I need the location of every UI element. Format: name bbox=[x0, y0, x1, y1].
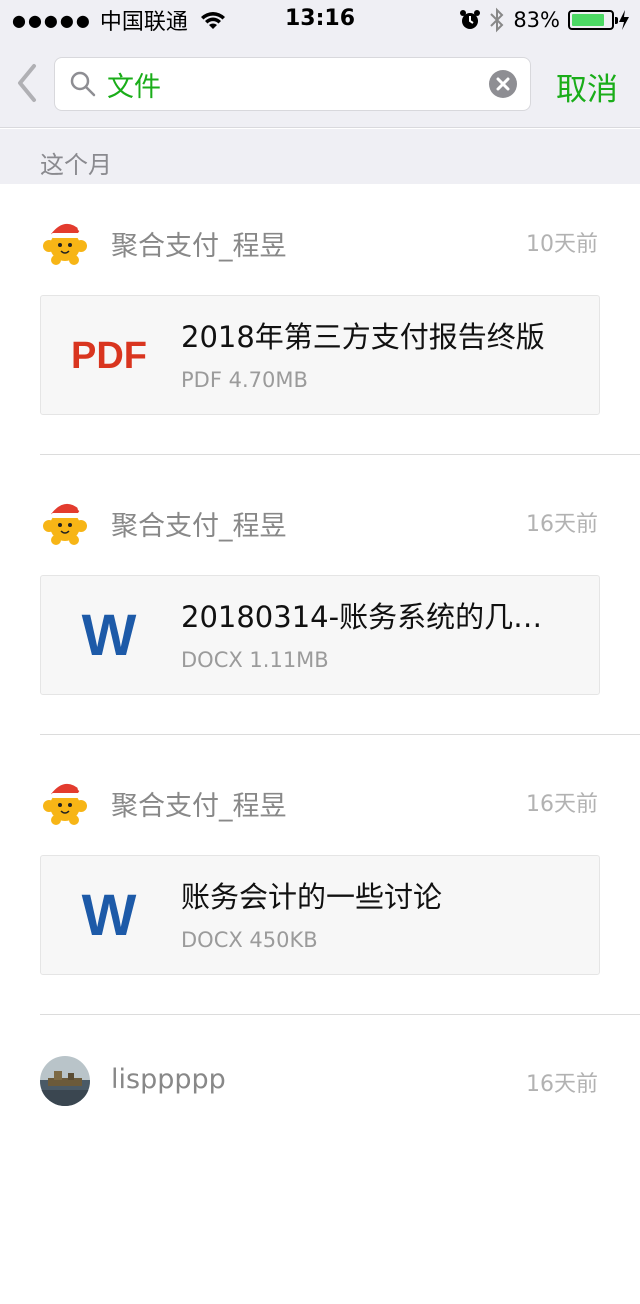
divider bbox=[40, 1014, 640, 1015]
list-item[interactable]: 聚合支付_程昱 16天前 W 20180314-账务系统的几… DOCX 1.1… bbox=[0, 464, 640, 744]
search-box[interactable] bbox=[54, 57, 531, 111]
sender-name: 聚合支付_程昱 bbox=[111, 511, 287, 542]
alarm-clock-icon bbox=[460, 10, 481, 29]
file-meta: DOCX 450KB bbox=[181, 928, 318, 952]
message-time: 16天前 bbox=[526, 512, 598, 537]
divider bbox=[40, 454, 640, 455]
battery-percentage: 83% bbox=[513, 8, 560, 32]
divider bbox=[40, 734, 640, 735]
bluetooth-icon bbox=[490, 7, 504, 33]
message-time: 16天前 bbox=[526, 1072, 598, 1097]
avatar[interactable] bbox=[40, 1056, 90, 1106]
charging-bolt-icon bbox=[619, 10, 629, 30]
search-input[interactable] bbox=[107, 58, 477, 110]
list-item[interactable]: 聚合支付_程昱 16天前 W 账务会计的一些讨论 DOCX 450KB bbox=[0, 744, 640, 1024]
list-item[interactable]: 聚合支付_程昱 10天前 PDF 2018年第三方支付报告终版 PDF 4.70… bbox=[0, 184, 640, 464]
search-icon bbox=[70, 71, 96, 97]
clear-x-icon bbox=[496, 77, 510, 91]
avatar[interactable] bbox=[40, 216, 90, 266]
file-meta: DOCX 1.11MB bbox=[181, 648, 329, 672]
file-name: 账务会计的一些讨论 bbox=[181, 880, 443, 914]
file-name: 20180314-账务系统的几… bbox=[181, 600, 543, 634]
section-header: 这个月 bbox=[0, 129, 640, 184]
clear-search-button[interactable] bbox=[489, 70, 517, 98]
sender-name: 聚合支付_程昱 bbox=[111, 791, 287, 822]
file-name: 2018年第三方支付报告终版 bbox=[181, 320, 545, 354]
status-right: 83% bbox=[451, 6, 630, 34]
word-file-icon: W bbox=[81, 883, 137, 948]
file-meta: PDF 4.70MB bbox=[181, 368, 308, 392]
word-file-icon: W bbox=[81, 603, 137, 668]
list-item[interactable]: lisppppp 16天前 bbox=[0, 1024, 640, 1304]
message-time: 16天前 bbox=[526, 792, 598, 817]
pdf-file-icon: PDF bbox=[71, 335, 147, 377]
file-result-list: 聚合支付_程昱 10天前 PDF 2018年第三方支付报告终版 PDF 4.70… bbox=[0, 184, 640, 1304]
cancel-button[interactable]: 取消 bbox=[556, 64, 618, 109]
battery-icon bbox=[568, 10, 618, 30]
file-card[interactable]: W 20180314-账务系统的几… DOCX 1.11MB bbox=[40, 575, 600, 695]
status-bar: ●●●●● 中国联通 13:16 83% bbox=[0, 0, 640, 40]
file-card[interactable]: PDF 2018年第三方支付报告终版 PDF 4.70MB bbox=[40, 295, 600, 415]
message-time: 10天前 bbox=[526, 232, 598, 257]
file-card[interactable]: W 账务会计的一些讨论 DOCX 450KB bbox=[40, 855, 600, 975]
search-bar: 取消 bbox=[0, 40, 640, 128]
avatar[interactable] bbox=[40, 776, 90, 826]
back-chevron-icon[interactable] bbox=[10, 58, 46, 108]
sender-name: 聚合支付_程昱 bbox=[111, 231, 287, 262]
battery-level bbox=[572, 14, 604, 26]
sender-name: lisppppp bbox=[111, 1064, 226, 1095]
avatar[interactable] bbox=[40, 496, 90, 546]
